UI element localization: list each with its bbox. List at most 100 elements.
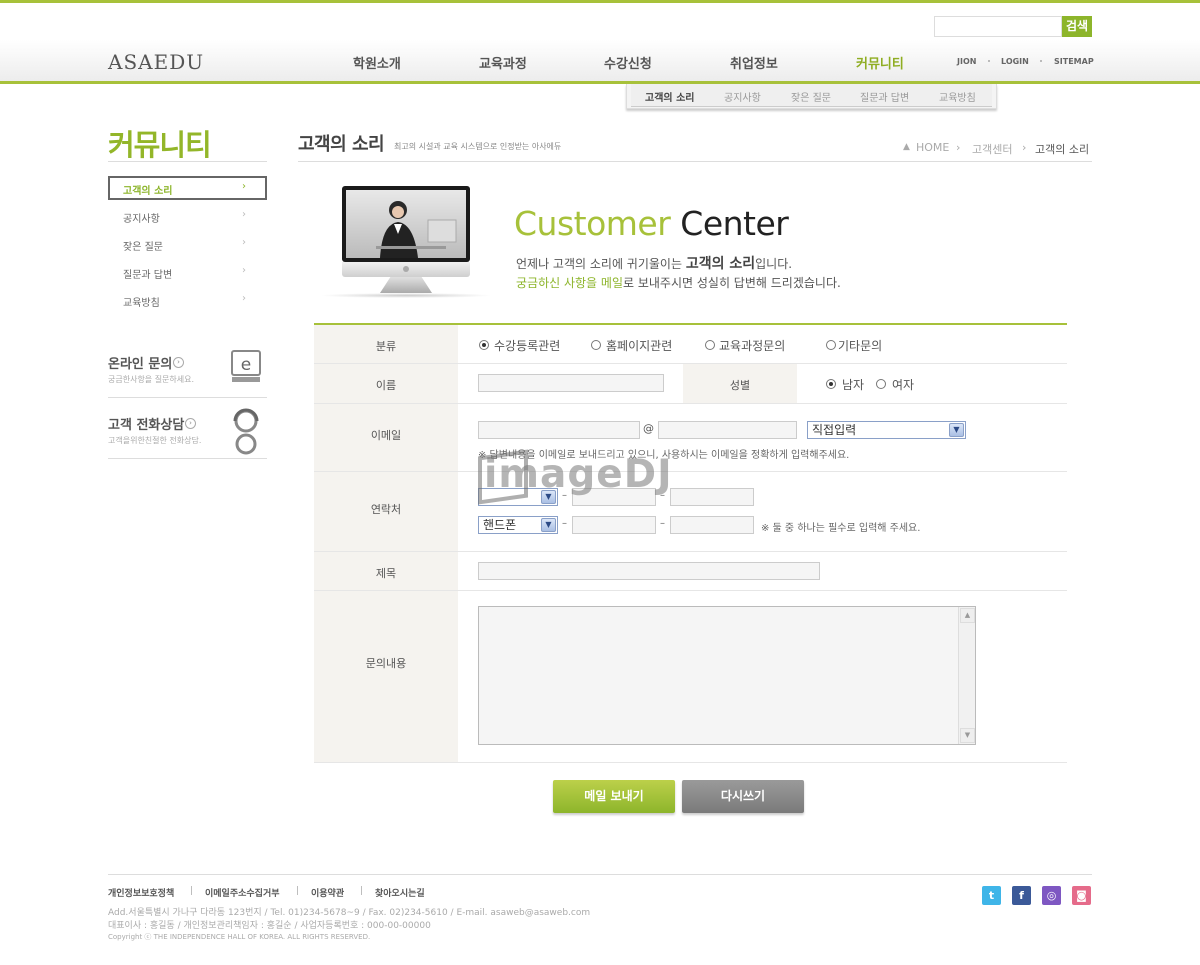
content-textarea[interactable] [478,606,976,745]
breadcrumb-separator-icon: › [956,141,961,154]
email-domain-input[interactable] [658,421,797,439]
phone-last-input-2[interactable] [670,516,754,534]
home-icon: ▲ [903,142,910,152]
gender-radio-male[interactable] [826,379,836,389]
util-separator [1040,60,1042,62]
category-radio-enrollment[interactable] [479,340,489,350]
phone-consult-title[interactable]: 고객 전화상담 [108,414,184,433]
category-option-enrollment: 수강등록관련 [494,339,561,353]
sidebar-item-policy[interactable]: 교육방침 [123,294,160,309]
nav-job-info[interactable]: 취업정보 [730,53,778,72]
sidebar-item-customer-voice[interactable]: 고객의 소리 [123,182,172,197]
footer-divider [108,874,1092,875]
chevron-right-icon: › [242,181,246,192]
monitor-image [342,186,470,262]
breadcrumb-customer-center[interactable]: 고객센터 [972,141,1012,157]
sidebar-item-qna[interactable]: 질문과 답변 [123,266,172,281]
gender-radio-female[interactable] [876,379,886,389]
category-radio-other[interactable] [826,340,836,350]
twitter-icon[interactable]: t [982,886,1001,905]
top-accent-line [0,0,1200,3]
login-link[interactable]: LOGIN [1001,57,1029,66]
category-radio-homepage[interactable] [591,340,601,350]
label-name: 이름 [375,379,397,392]
sidebar-title: 커뮤니티 [108,128,212,162]
footer-separator: | [190,886,194,896]
customer-center-line2: 궁금하신 사항을 메일로 보내주시면 성실히 답변해 드리겠습니다. [516,274,841,291]
footer-separator: | [360,886,364,896]
search-button[interactable]: 검색 [1062,16,1092,37]
phone-last-input-1[interactable] [670,488,754,506]
nav-community[interactable]: 커뮤니티 [856,53,904,72]
chevron-right-icon: › [242,237,246,248]
submenu-policy[interactable]: 교육방침 [939,89,976,104]
chat-balloon-icon[interactable]: ◎ [1042,886,1061,905]
chevron-right-icon: › [242,209,246,220]
label-gender: 성별 [729,379,751,392]
line1-emphasis: 고객의 소리 [685,256,756,272]
reset-button[interactable]: 다시쓰기 [682,780,804,813]
facebook-icon[interactable]: f [1012,886,1031,905]
name-input[interactable] [478,374,664,392]
gender-option-male: 남자 [842,378,865,392]
email-id-input[interactable] [478,421,640,439]
submenu-faq[interactable]: 잦은 질문 [791,89,831,104]
category-option-other: 기타문의 [838,339,883,353]
footer-link-terms[interactable]: 이용약관 [311,886,344,899]
sidebar-divider [108,397,267,398]
monitor-logo-dot [403,266,409,272]
subject-input[interactable] [478,562,820,580]
category-option-course: 교육과정문의 [719,339,786,353]
online-inquiry-title[interactable]: 온라인 문의 [108,353,172,372]
submenu-notice[interactable]: 공지사항 [724,89,761,104]
watermark-text: imageDJ [484,452,673,497]
title-divider [298,161,1092,162]
label-contact: 연락처 [370,503,402,516]
chevron-down-icon: ▼ [949,423,964,437]
page-subtitle: 최고의 시설과 교육 시스템으로 인정받는 아사에듀 [394,142,562,151]
breadcrumb-home[interactable]: HOME [916,141,949,154]
sidebar-item-notice[interactable]: 공지사항 [123,210,160,225]
customer-center-heading: Customer Center [514,204,789,243]
line2-highlight: 궁금하신 사항을 메일 [516,276,623,290]
sidebar-item-faq[interactable]: 잦은 질문 [123,238,163,253]
join-link[interactable]: JION [957,57,976,66]
email-select-value: 직접입력 [812,423,857,437]
form-row-divider [314,551,1067,552]
monitor-e-icon: e [230,349,262,385]
online-inquiry-desc: 궁금한사항을 질문하세요. [108,375,195,384]
nav-academy-intro[interactable]: 학원소개 [353,53,401,72]
phone-type-select-2[interactable]: 핸드폰 ▼ [478,516,558,534]
nav-enrollment[interactable]: 수강신청 [604,53,652,72]
heading-center: Center [680,204,789,243]
send-mail-button[interactable]: 메일 보내기 [553,780,675,813]
breadcrumb-separator-icon: › [1022,141,1027,154]
footer-link-email-refusal[interactable]: 이메일주소수집거부 [205,886,280,899]
chevron-down-icon: ▼ [541,518,556,532]
heading-customer: Customer [514,204,671,243]
nav-courses[interactable]: 교육과정 [479,53,527,72]
textarea-scrollbar[interactable]: ▲ ▼ [958,607,975,744]
monitor-stand [380,277,432,293]
line1-text: 언제나 고객의 소리에 귀기울이는 [516,257,686,271]
camera-icon[interactable]: ◙ [1072,886,1091,905]
sidebar-divider [108,458,267,459]
footer-link-privacy[interactable]: 개인정보보호정책 [108,886,174,899]
sitemap-link[interactable]: SITEMAP [1054,57,1094,66]
search-input[interactable] [934,16,1062,37]
category-radio-course[interactable] [705,340,715,350]
scroll-up-icon[interactable]: ▲ [960,608,975,623]
site-logo[interactable]: ASAEDU [108,50,204,74]
phone-dash: – [660,518,665,529]
breadcrumb-current: 고객의 소리 [1035,143,1090,156]
scroll-down-icon[interactable]: ▼ [960,728,975,743]
email-domain-select[interactable]: 직접입력 ▼ [807,421,966,439]
chevron-right-icon: › [242,293,246,304]
sidebar-title-divider [108,161,267,162]
footer-address: Add.서울특별시 가나구 다라동 123번지 / Tel. 01)234-56… [108,908,591,918]
phone-middle-input-2[interactable] [572,516,656,534]
circle-arrow-icon: › [173,357,184,368]
submenu-customer-voice[interactable]: 고객의 소리 [645,89,694,104]
footer-link-directions[interactable]: 찾아오시는길 [375,886,425,899]
submenu-qna[interactable]: 질문과 답변 [860,89,909,104]
